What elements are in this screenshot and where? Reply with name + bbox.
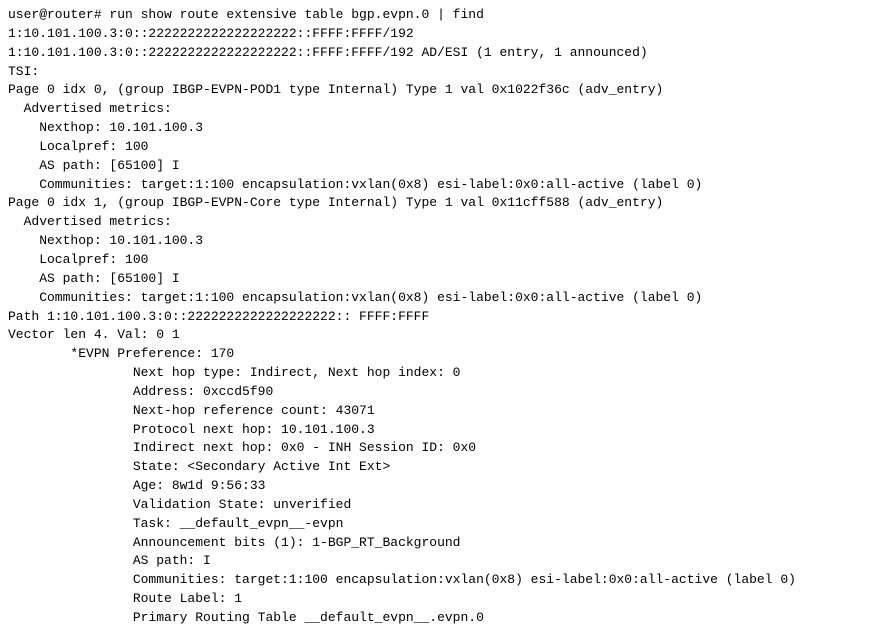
- terminal-line: Advertised metrics:: [8, 213, 878, 232]
- terminal-line: Indirect next hop: 0x0 - INH Session ID:…: [8, 439, 878, 458]
- terminal-line: Vector len 4. Val: 0 1: [8, 326, 878, 345]
- terminal-line: Path 1:10.101.100.3:0::22222222222222222…: [8, 308, 878, 327]
- terminal-line: *EVPN Preference: 170: [8, 345, 878, 364]
- terminal-line: Next hop type: Indirect, Next hop index:…: [8, 364, 878, 383]
- terminal-line: AS path: [65100] I: [8, 157, 878, 176]
- terminal-line: Communities: target:1:100 encapsulation:…: [8, 289, 878, 308]
- terminal-line: Page 0 idx 0, (group IBGP-EVPN-POD1 type…: [8, 81, 878, 100]
- terminal-line: user@router# run show route extensive ta…: [8, 6, 878, 25]
- terminal-line: Age: 8w1d 9:56:33: [8, 477, 878, 496]
- terminal-line: Next-hop reference count: 43071: [8, 402, 878, 421]
- terminal-line: Task: __default_evpn__-evpn: [8, 515, 878, 534]
- terminal-output: user@router# run show route extensive ta…: [0, 0, 886, 634]
- terminal-line: Announcement bits (1): 1-BGP_RT_Backgrou…: [8, 534, 878, 553]
- terminal-line: Communities: target:1:100 encapsulation:…: [8, 571, 878, 590]
- terminal-line: TSI:: [8, 63, 878, 82]
- terminal-line: 1:10.101.100.3:0::2222222222222222222::F…: [8, 44, 878, 63]
- terminal-line: Nexthop: 10.101.100.3: [8, 119, 878, 138]
- terminal-line: Localpref: 100: [8, 251, 878, 270]
- terminal-line: Address: 0xccd5f90: [8, 383, 878, 402]
- terminal-line: Protocol next hop: 10.101.100.3: [8, 421, 878, 440]
- terminal-line: Communities: target:1:100 encapsulation:…: [8, 176, 878, 195]
- terminal-line: Route Label: 1: [8, 590, 878, 609]
- terminal-line: Validation State: unverified: [8, 496, 878, 515]
- terminal-line: Primary Routing Table __default_evpn__.e…: [8, 609, 878, 628]
- terminal-line: Page 0 idx 1, (group IBGP-EVPN-Core type…: [8, 194, 878, 213]
- terminal-line: Localpref: 100: [8, 138, 878, 157]
- terminal-line: State: <Secondary Active Int Ext>: [8, 458, 878, 477]
- terminal-line: AS path: I: [8, 552, 878, 571]
- terminal-line: AS path: [65100] I: [8, 270, 878, 289]
- terminal-line: 1:10.101.100.3:0::2222222222222222222::F…: [8, 25, 878, 44]
- terminal-line: Advertised metrics:: [8, 100, 878, 119]
- terminal-line: Nexthop: 10.101.100.3: [8, 232, 878, 251]
